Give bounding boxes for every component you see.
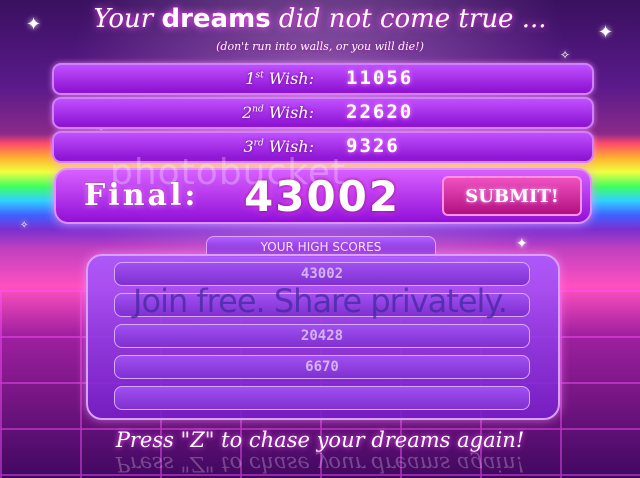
wish-row-1: 1st Wish: 11056 (52, 63, 594, 95)
wish-label: 1st Wish: (245, 69, 314, 88)
submit-button[interactable]: SUBMIT! (442, 176, 582, 216)
high-score-row (114, 386, 530, 410)
high-score-row: 20428 (114, 324, 530, 348)
wish-score: 11056 (346, 67, 414, 89)
restart-instructions: Press "Z" to chase your dreams again! (115, 428, 525, 452)
sparkle-icon: ✦ (516, 236, 528, 252)
warning-subtitle: (don't run into walls, or you will die!) (216, 40, 424, 53)
photobucket-watermark-logo: photobucket (110, 152, 347, 193)
wish-score: 9326 (346, 135, 400, 157)
high-scores-panel: 43002 20428 6670 (86, 254, 560, 420)
watermark-tagline: Join free. Share privately. (133, 282, 508, 320)
game-over-title: Your dreams did not come true ... (93, 4, 547, 34)
restart-instructions-reflection: Press "Z" to chase your dreams again! (115, 452, 525, 476)
wish-score: 22620 (346, 101, 414, 123)
high-score-row: 6670 (114, 355, 530, 379)
wish-label: 2nd Wish: (241, 103, 314, 122)
sparkle-icon: ✧ (20, 220, 29, 231)
wish-row-2: 2nd Wish: 22620 (52, 97, 594, 129)
